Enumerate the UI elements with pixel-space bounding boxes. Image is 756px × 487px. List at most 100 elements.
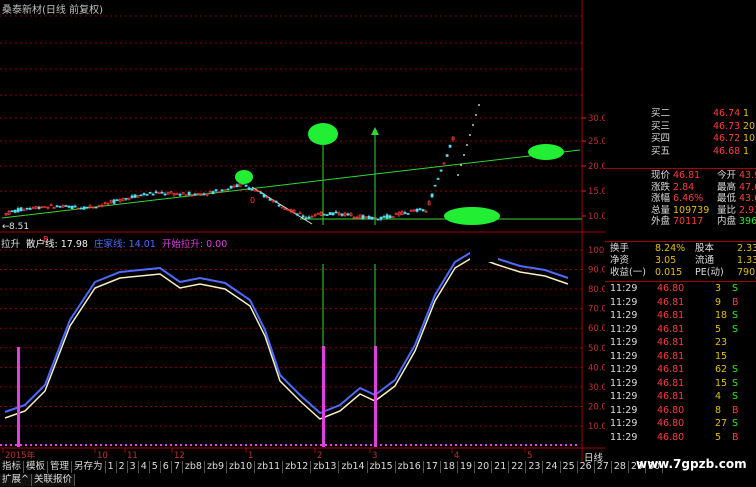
candle-body	[433, 184, 437, 187]
tick-volume: 27	[715, 418, 728, 429]
indicator-tab[interactable]: zb9	[205, 461, 228, 473]
indicator-tab[interactable]: 19	[458, 461, 476, 473]
indicator-tab[interactable]: 27	[595, 461, 612, 473]
quote-row: 涨跌2.84 最高47.00	[605, 182, 756, 194]
signal-marker-ellipse	[235, 170, 253, 184]
indicator-tab[interactable]: zb15	[368, 461, 396, 473]
tick-price: 46.81	[657, 350, 685, 362]
bid-label: 买四	[651, 133, 671, 144]
candle-body	[262, 194, 266, 198]
candle-body	[448, 144, 452, 148]
tick-price: 46.81	[657, 296, 685, 308]
indicator-tab[interactable]: zb8	[183, 461, 205, 473]
candle-body	[220, 189, 224, 192]
chart-area[interactable]: 8.51 ← 0 B 30.0025.0020.0015.0010.00 100…	[0, 0, 605, 461]
indicator-tab[interactable]: 6	[161, 461, 172, 473]
indicator-tab[interactable]: 21	[492, 461, 510, 473]
candle-body	[274, 200, 278, 203]
candle-body	[37, 206, 41, 209]
time-tick-label: 4	[454, 451, 459, 461]
indicator-tab[interactable]: 17	[424, 461, 441, 473]
candle-body	[421, 209, 425, 212]
stat-label: 现价	[651, 170, 671, 181]
stat-label: 总量	[651, 204, 671, 216]
indicator-tab[interactable]: 23	[526, 461, 544, 473]
indicator-tab[interactable]: 2	[117, 461, 128, 473]
tick-price: 46.80	[657, 431, 685, 443]
candle-body	[376, 218, 380, 221]
indicator-tab[interactable]: zb12	[283, 461, 312, 473]
indicator-tab[interactable]: 18	[441, 461, 458, 473]
quote-row: 11:29 46.81 5 S	[605, 324, 756, 336]
indicator-tab[interactable]: 4	[139, 461, 150, 473]
projection-dot	[466, 144, 468, 146]
candle-body	[70, 205, 74, 209]
indicator-tab[interactable]: 7	[172, 461, 183, 473]
candle-body	[328, 212, 332, 216]
candle-body	[394, 213, 398, 215]
indicator-tab[interactable]: 20	[475, 461, 493, 473]
oscillator-tick-label: 60.00	[588, 324, 605, 334]
tick-price: 46.81	[657, 323, 685, 335]
indicator-tab[interactable]: zb11	[255, 461, 284, 473]
indicator-tab[interactable]: 指标	[0, 461, 25, 473]
candle-body	[331, 212, 335, 216]
indicator-tab[interactable]: 26	[578, 461, 595, 473]
indicator-tab[interactable]: zb16	[396, 461, 424, 473]
indicator-tab[interactable]: 模板	[24, 461, 49, 473]
quote-row: 买四 46.72 10	[605, 133, 756, 145]
stat-value: 8.24%	[655, 243, 686, 254]
candle-body	[295, 213, 299, 216]
tick-volume: 5	[715, 431, 722, 443]
indicator-tab[interactable]: 25	[561, 461, 578, 473]
indicator-tab[interactable]: 另存为	[72, 461, 106, 473]
tick-direction: S	[732, 377, 739, 389]
bid-volume: 1	[743, 145, 750, 157]
quote-row: 净资 3.05 流通 1.33亿	[605, 255, 756, 267]
rise-bar	[322, 346, 325, 447]
cursor-mask	[470, 246, 498, 262]
price-tick-label: 20.00	[588, 162, 605, 172]
extension-tab[interactable]: 关联报价	[31, 474, 75, 486]
indicator-tab[interactable]: 5	[150, 461, 161, 473]
tick-direction: B	[732, 431, 739, 443]
indicator-tab[interactable]: 3	[128, 461, 139, 473]
candle-body	[325, 214, 329, 216]
indicator-tab[interactable]: zb10	[227, 461, 256, 473]
indicator-tab[interactable]: zb14	[339, 461, 368, 473]
candle-body	[277, 204, 281, 207]
tick-volume: 4	[715, 391, 722, 402]
candle-body	[367, 215, 371, 220]
indicator-tab[interactable]: 24	[543, 461, 561, 473]
candle-body	[382, 216, 386, 218]
tick-volume: 8	[715, 404, 722, 416]
candle-body	[406, 213, 410, 215]
indicator-tab[interactable]: 28	[612, 461, 629, 473]
indicator-tab[interactable]: zb13	[311, 461, 340, 473]
extension-tab[interactable]: 扩展^	[0, 474, 32, 486]
candle-body	[187, 191, 191, 196]
candle-body	[439, 169, 443, 172]
candle-body	[259, 192, 263, 194]
candle-body	[346, 213, 350, 216]
bid-price: 46.68	[713, 145, 741, 157]
indicator-tab[interactable]: 22	[509, 461, 527, 473]
stat-label: 量比	[717, 204, 737, 216]
candle-body	[139, 194, 143, 197]
oscillator-tick-label: 50.00	[588, 344, 605, 354]
indicator-tab[interactable]: 管理	[48, 461, 73, 473]
indicator-tab[interactable]: 1	[106, 461, 117, 473]
oscillator-tick-label: 80.00	[588, 285, 605, 295]
tick-volume: 15	[715, 350, 728, 362]
candle-body	[133, 194, 137, 198]
candle-body	[385, 214, 389, 219]
candle-body	[316, 213, 320, 215]
candle-body	[178, 194, 182, 196]
tick-time: 11:29	[610, 404, 638, 416]
stat-label: 股本	[695, 243, 715, 254]
rise-bar	[17, 347, 20, 447]
candle-body	[370, 216, 374, 220]
candle-body	[25, 207, 29, 210]
candle-body	[304, 217, 308, 220]
extension-tabs: 扩展^ 关联报价	[0, 474, 75, 486]
